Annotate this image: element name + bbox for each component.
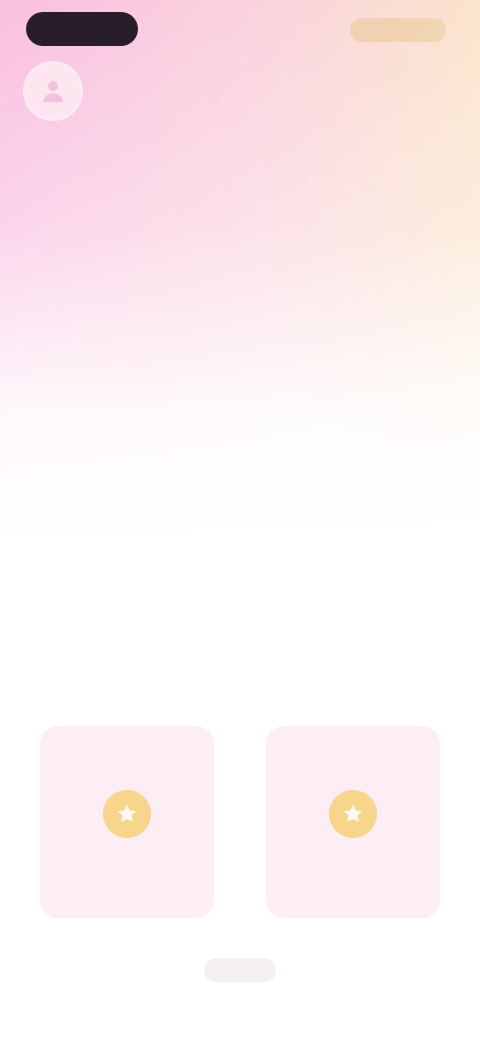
user-icon	[43, 81, 63, 103]
bottom-link[interactable]	[204, 958, 276, 982]
card-row	[40, 726, 440, 918]
card-2-icon-badge	[329, 790, 377, 838]
star-icon	[343, 804, 363, 823]
app-screen	[0, 0, 480, 1040]
card-2[interactable]	[266, 726, 440, 918]
card-1[interactable]	[40, 726, 214, 918]
top-right-pill-button[interactable]	[350, 18, 446, 42]
star-icon	[117, 804, 137, 823]
avatar[interactable]	[26, 64, 80, 118]
top-left-pill-button[interactable]	[26, 12, 138, 46]
card-1-icon-badge	[103, 790, 151, 838]
